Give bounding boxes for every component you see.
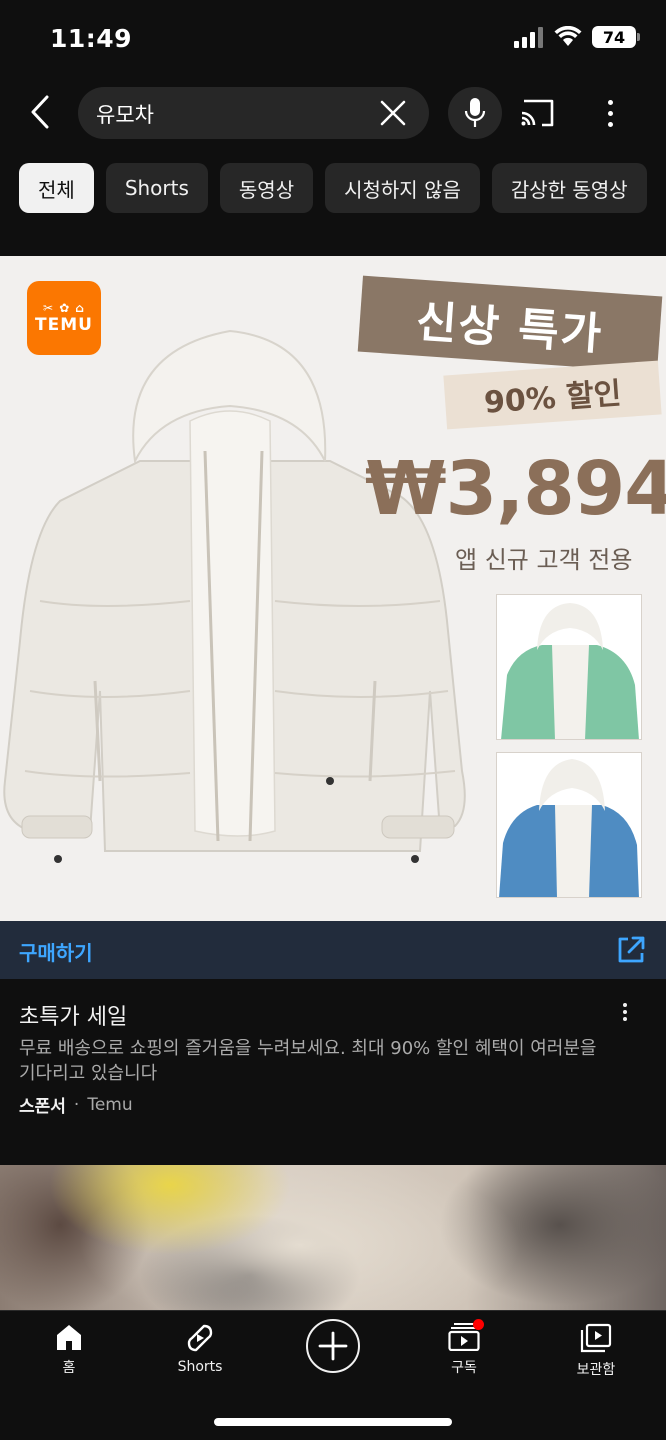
ad-image[interactable]: ✂ ✿ ⌂ TEMU 신상 특가 90% 할인 ₩3,894 앱 신규 고객 전… xyxy=(0,256,666,921)
search-header: 유모차 xyxy=(0,80,666,146)
status-icons: 74 xyxy=(514,26,640,48)
promo-price: ₩3,894 xyxy=(365,446,666,532)
home-icon xyxy=(57,1325,81,1350)
nav-library[interactable]: 보관함 xyxy=(541,1323,651,1379)
nav-shorts-label: Shorts xyxy=(177,1359,223,1375)
ad-info[interactable]: 초특가 세일 무료 배송으로 쇼핑의 즐거움을 누려보세요. 최대 90% 할인… xyxy=(0,979,666,1165)
green-jacket-image xyxy=(501,603,639,739)
promo-tag-discount: 90% 할인 xyxy=(443,360,662,430)
ad-title[interactable]: 초특가 세일 xyxy=(19,999,127,1031)
external-link-icon[interactable] xyxy=(616,935,646,965)
plus-icon xyxy=(318,1331,348,1361)
buy-button[interactable]: 구매하기 xyxy=(19,937,93,966)
create-button[interactable] xyxy=(306,1319,360,1373)
cast-icon[interactable] xyxy=(518,95,558,131)
advertiser-name: Temu xyxy=(87,1094,133,1115)
wifi-icon xyxy=(554,26,582,46)
promo-price-note: 앱 신규 고객 전용 xyxy=(455,546,633,574)
home-indicator xyxy=(214,1418,452,1426)
notification-dot xyxy=(473,1319,484,1330)
voice-search-button[interactable] xyxy=(448,87,502,139)
chip-unwatched[interactable]: 시청하지 않음 xyxy=(325,163,480,213)
sponsor-label: 스폰서 xyxy=(19,1097,66,1117)
nav-library-label: 보관함 xyxy=(576,1362,616,1378)
nav-home-label: 홈 xyxy=(62,1360,76,1376)
chip-watched[interactable]: 감상한 동영상 xyxy=(491,163,647,213)
ad-description: 무료 배송으로 쇼핑의 즐거움을 누려보세요. 최대 90% 할인 혜택이 여러… xyxy=(19,1038,597,1084)
search-input[interactable]: 유모차 xyxy=(96,99,154,129)
nav-subscriptions-label: 구독 xyxy=(451,1360,477,1376)
blue-jacket-image xyxy=(499,759,639,897)
library-icon xyxy=(580,1323,612,1353)
color-swatch-green xyxy=(496,594,642,740)
meta-separator: · xyxy=(73,1094,80,1115)
battery-icon: 74 xyxy=(592,26,640,48)
nav-shorts[interactable]: Shorts xyxy=(145,1323,255,1375)
chevron-left-icon xyxy=(31,95,49,129)
filter-chips: 전체 Shorts 동영상 시청하지 않음 감상한 동영상 xyxy=(19,163,647,213)
chip-shorts[interactable]: Shorts xyxy=(105,163,208,213)
color-swatch-blue xyxy=(496,752,642,898)
chip-all[interactable]: 전체 xyxy=(19,163,94,213)
back-button[interactable] xyxy=(22,92,58,132)
chip-videos[interactable]: 동영상 xyxy=(219,163,314,213)
more-options-button[interactable] xyxy=(596,95,624,131)
buy-bar[interactable]: 구매하기 xyxy=(0,921,666,979)
status-time: 11:49 xyxy=(50,24,133,53)
nav-subscriptions[interactable]: 구독 xyxy=(409,1319,519,1377)
ad-menu-button[interactable] xyxy=(620,1003,630,1025)
microphone-icon xyxy=(464,98,486,127)
status-bar: 11:49 74 xyxy=(0,0,666,80)
ad-meta: 스폰서 · Temu xyxy=(19,1092,133,1118)
signal-icon xyxy=(514,26,544,48)
nav-home[interactable]: 홈 xyxy=(14,1323,124,1377)
search-box[interactable]: 유모차 xyxy=(78,87,429,139)
white-jacket-image xyxy=(3,329,466,863)
subscriptions-icon-wrap xyxy=(448,1319,484,1352)
close-icon[interactable] xyxy=(379,99,407,127)
next-video-thumbnail[interactable] xyxy=(0,1165,666,1310)
shorts-icon xyxy=(187,1324,213,1352)
